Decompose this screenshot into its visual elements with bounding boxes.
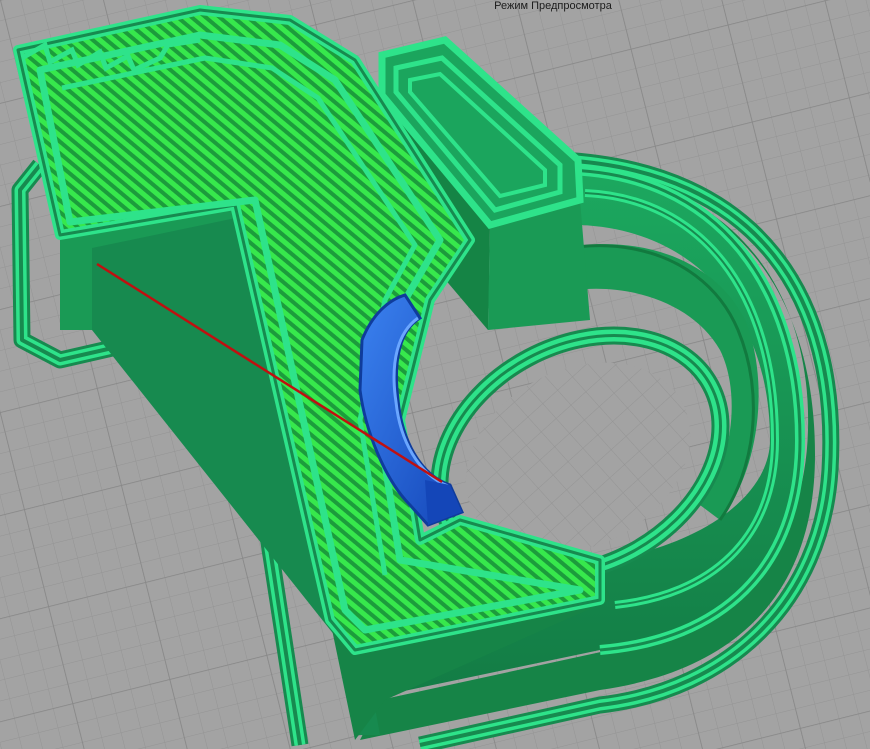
preview-viewport[interactable]: Режим Предпросмотра <box>0 0 870 749</box>
layer-preview-canvas[interactable] <box>0 0 870 749</box>
view-mode-label: Режим Предпросмотра <box>494 0 612 12</box>
